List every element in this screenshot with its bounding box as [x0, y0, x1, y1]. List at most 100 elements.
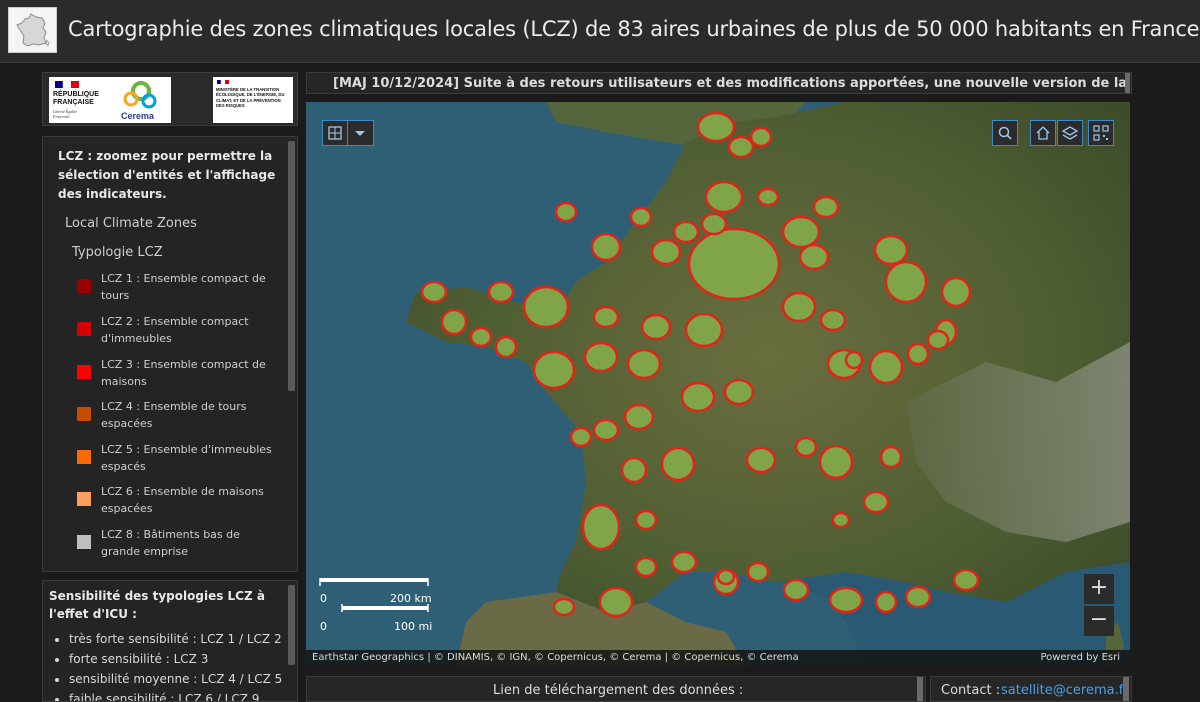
urban-area[interactable]: [590, 232, 622, 262]
urban-area[interactable]: [812, 195, 840, 219]
urban-area[interactable]: [700, 212, 728, 236]
layer-list-button[interactable]: [1057, 120, 1083, 146]
contact-email-link[interactable]: satellite@cerema.fr: [1001, 683, 1129, 698]
urban-area[interactable]: [704, 180, 744, 214]
banner-scrollbar[interactable]: [1125, 73, 1130, 93]
urban-area[interactable]: [569, 426, 593, 448]
urban-area[interactable]: [904, 585, 932, 609]
urban-area[interactable]: [781, 215, 821, 249]
urban-area[interactable]: [723, 378, 755, 406]
urban-area[interactable]: [640, 313, 672, 341]
urban-area-bordeaux[interactable]: [581, 503, 621, 551]
powered-by-esri[interactable]: Powered by Esri: [1040, 650, 1120, 666]
urban-area[interactable]: [583, 341, 619, 373]
search-button[interactable]: [992, 120, 1018, 146]
urban-area[interactable]: [592, 305, 620, 329]
urban-area[interactable]: [660, 446, 696, 482]
legend-sublayer-title: Typologie LCZ: [72, 245, 163, 260]
urban-area[interactable]: [680, 381, 716, 413]
map-view[interactable]: 0 200 km 0 100 mi + − Earthstar Geograph…: [306, 102, 1130, 666]
sensitivity-scrollbar[interactable]: [288, 585, 295, 665]
urban-area[interactable]: [746, 561, 770, 583]
urban-area-nantes[interactable]: [532, 350, 576, 390]
urban-area-nice[interactable]: [952, 568, 980, 592]
zoom-out-button[interactable]: −: [1084, 606, 1114, 636]
layers-icon: [1061, 126, 1079, 140]
zoom-in-button[interactable]: +: [1084, 574, 1114, 604]
cerema-logo-icon: [123, 81, 157, 109]
urban-area[interactable]: [623, 403, 655, 431]
urban-area-brest[interactable]: [420, 280, 448, 304]
legend-item-lcz6: LCZ 6 : Ensemble de maisons espacées: [77, 483, 277, 521]
urban-area[interactable]: [552, 597, 576, 617]
legend-layer-title: Local Climate Zones: [65, 216, 197, 231]
urban-area-nancy[interactable]: [884, 260, 928, 304]
legend-header: LCZ : zoomez pour permettre la sélection…: [58, 149, 276, 201]
download-scrollbar[interactable]: [917, 677, 923, 701]
urban-area[interactable]: [862, 490, 890, 514]
urban-area[interactable]: [819, 308, 847, 332]
basemap-gallery-button[interactable]: [322, 120, 348, 146]
map-layers-icon: [328, 126, 342, 140]
list-item: faible sensibilité : LCZ 6 / LCZ 9: [69, 689, 282, 701]
urban-area[interactable]: [696, 111, 736, 143]
urban-area[interactable]: [727, 135, 755, 159]
urban-area[interactable]: [831, 511, 851, 529]
urban-area[interactable]: [749, 126, 773, 148]
urban-area[interactable]: [798, 243, 830, 271]
download-label: Lien de téléchargement des données :: [493, 683, 744, 698]
qr-code-button[interactable]: [1088, 120, 1114, 146]
scale-km-zero: 0: [320, 592, 327, 605]
urban-area-dijon[interactable]: [868, 349, 904, 385]
urban-area-paris[interactable]: [687, 227, 781, 301]
urban-area[interactable]: [716, 568, 736, 586]
basemap-dropdown-button[interactable]: [348, 120, 374, 146]
urban-area[interactable]: [672, 220, 700, 244]
urban-area[interactable]: [634, 509, 658, 531]
page-title: Cartographie des zones climatiques local…: [68, 17, 1200, 41]
scale-bar: 0 200 km 0 100 mi: [318, 576, 458, 636]
urban-area[interactable]: [782, 578, 810, 602]
urban-area-rennes[interactable]: [522, 285, 570, 329]
list-item: forte sensibilité : LCZ 3: [69, 649, 282, 669]
legend-scrollbar[interactable]: [288, 141, 295, 391]
urban-area[interactable]: [844, 350, 864, 370]
legend-swatch: [77, 407, 91, 421]
urban-area-marseille[interactable]: [828, 586, 864, 614]
urban-area[interactable]: [906, 342, 930, 366]
ministere-logo: MINISTÈRE DE LA TRANSITION ÉCOLOGIQUE, D…: [213, 77, 293, 123]
urban-area-lyon[interactable]: [818, 444, 854, 480]
urban-area[interactable]: [879, 445, 903, 469]
urban-area[interactable]: [487, 280, 515, 304]
urban-area[interactable]: [874, 590, 898, 614]
urban-area[interactable]: [620, 456, 648, 484]
urban-area[interactable]: [469, 326, 493, 348]
legend-item-lcz2: LCZ 2 : Ensemble compact d'immeubles: [77, 313, 277, 351]
legend-label: LCZ 8 : Bâtiments bas de grande emprise: [101, 528, 240, 558]
urban-area-toulouse[interactable]: [598, 586, 634, 618]
legend-swatch: [77, 492, 91, 506]
urban-area[interactable]: [794, 436, 818, 458]
contact-scrollbar[interactable]: [1123, 677, 1129, 701]
urban-area[interactable]: [554, 201, 578, 223]
urban-area[interactable]: [634, 556, 658, 578]
legend-swatch: [77, 450, 91, 464]
legend-item-lcz5: LCZ 5 : Ensemble d'immeubles espacés: [77, 441, 277, 479]
urban-area[interactable]: [781, 291, 817, 323]
urban-area[interactable]: [926, 329, 950, 351]
urban-area[interactable]: [684, 312, 724, 348]
home-button[interactable]: [1030, 120, 1056, 146]
urban-area[interactable]: [873, 234, 909, 266]
urban-area[interactable]: [592, 418, 620, 442]
republique-text: RÉPUBLIQUE FRANÇAISE: [53, 91, 99, 106]
scale-bar-graphic: [319, 578, 429, 612]
urban-area[interactable]: [626, 348, 662, 380]
urban-area[interactable]: [440, 308, 468, 336]
urban-area[interactable]: [745, 446, 777, 474]
urban-area[interactable]: [494, 335, 518, 359]
urban-area[interactable]: [940, 276, 972, 308]
urban-area[interactable]: [670, 550, 698, 574]
urban-area[interactable]: [756, 187, 780, 207]
urban-area[interactable]: [650, 238, 682, 266]
urban-area[interactable]: [629, 206, 653, 228]
